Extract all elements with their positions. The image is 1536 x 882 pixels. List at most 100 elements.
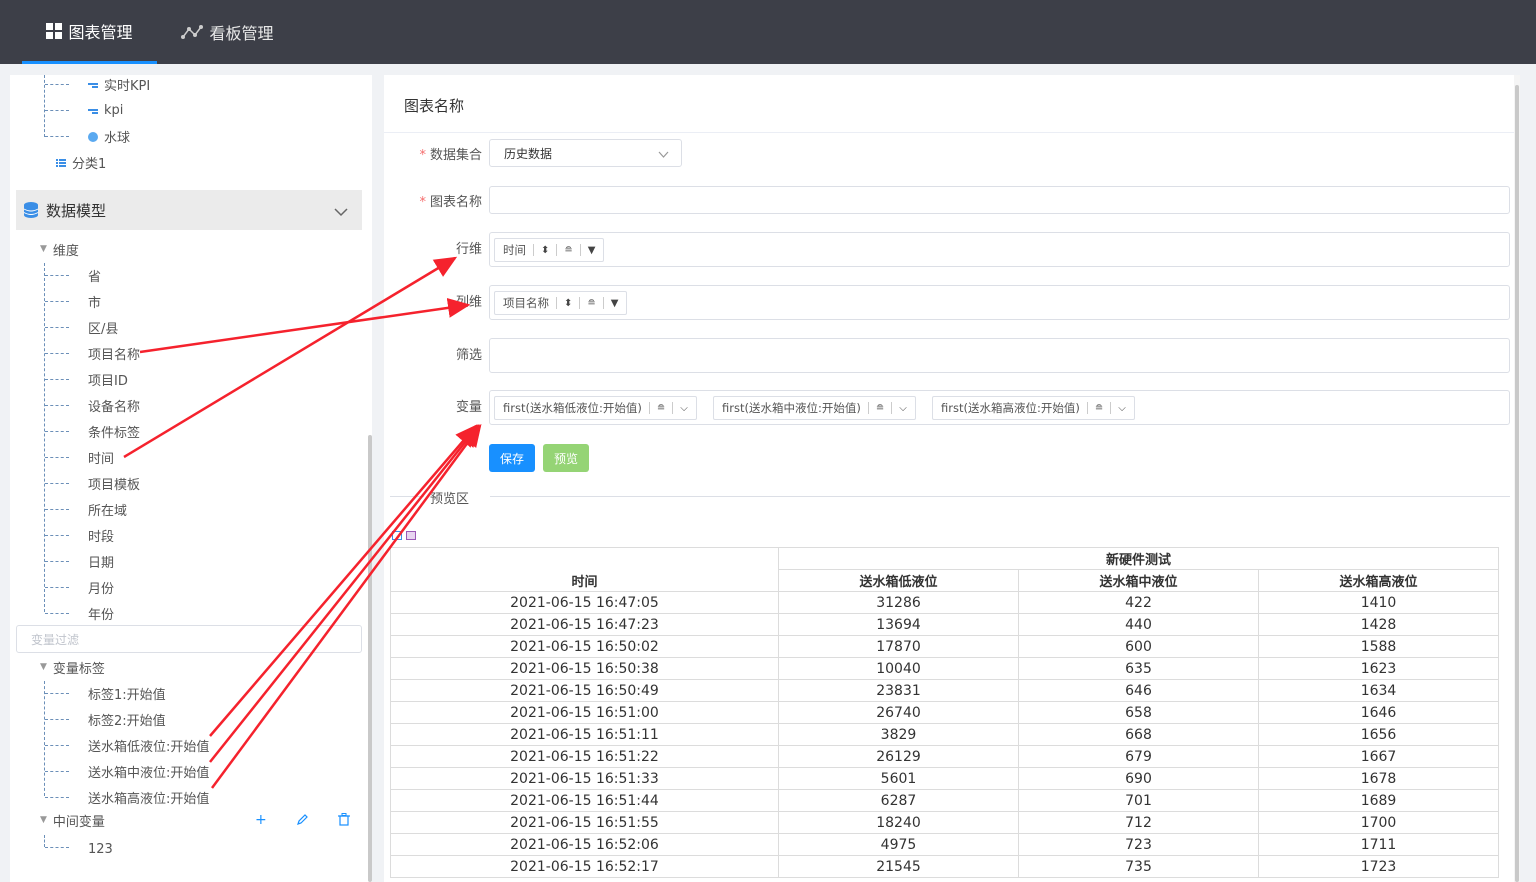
database-icon [22, 201, 40, 219]
dimension-item[interactable]: 所在域 [88, 498, 127, 520]
delete-icon[interactable] [338, 813, 350, 830]
align-icon[interactable]: ≘ [657, 403, 665, 414]
table-cell: 21545 [778, 855, 1019, 878]
variable-chip[interactable]: first(送水箱中液位:开始值) ≘ ⌵ [713, 396, 916, 420]
chevron-down-icon[interactable] [334, 203, 348, 221]
tab-chart-management[interactable]: 图表管理 [22, 0, 157, 64]
sort-icon[interactable]: ⬍ [541, 245, 549, 256]
table-row: 2021-06-15 16:51:00 26740 658 1646 [390, 701, 1500, 724]
variable-label: 送水箱中液位:开始值 [88, 765, 210, 781]
variable-item[interactable]: 标签1:开始值 [88, 682, 166, 704]
tree-item-kpi[interactable]: kpi [88, 99, 123, 121]
table-header-empty [390, 547, 779, 570]
edit-icon[interactable] [296, 813, 309, 830]
dimension-label: 区/县 [88, 321, 119, 337]
dataset-value: 历史数据 [504, 146, 553, 161]
column-dimension-dropzone[interactable]: 项目名称 ⬍ ≘ ▼ [489, 285, 1510, 320]
dimension-item[interactable]: 省 [88, 264, 101, 286]
chevron-down-icon[interactable]: ⌵ [680, 403, 688, 414]
dimension-item[interactable]: 项目模板 [88, 472, 140, 494]
dimension-label: 项目ID [88, 373, 128, 389]
save-button[interactable]: 保存 [489, 444, 535, 472]
tree-item-mid-var[interactable]: 123 [88, 838, 113, 860]
table-cell: 668 [1018, 723, 1259, 746]
table-cell: 17870 [778, 635, 1019, 658]
tree-group-label: 维度 [52, 243, 79, 259]
right-scrollbar[interactable] [1515, 85, 1519, 882]
align-icon[interactable]: ≘ [564, 245, 572, 256]
tree-item-realtime-kpi[interactable]: 实时KPI [88, 75, 150, 95]
dimension-item[interactable]: 区/县 [88, 316, 118, 338]
table-row: 2021-06-15 16:51:55 18240 712 1700 [390, 811, 1500, 834]
table-cell: 2021-06-15 16:47:23 [390, 613, 779, 636]
tree-item-water-ball[interactable]: 水球 [88, 125, 130, 147]
table-cell: 13694 [778, 613, 1019, 636]
dimension-item[interactable]: 时段 [88, 524, 114, 546]
dimension-item[interactable]: 项目ID [88, 368, 128, 390]
table-row: 2021-06-15 16:51:44 6287 701 1689 [390, 789, 1500, 812]
tab-board-management[interactable]: 看板管理 [170, 0, 285, 64]
dataset-select[interactable]: 历史数据 [489, 139, 682, 167]
data-model-header[interactable]: 数据模型 [16, 190, 362, 230]
tree-group-dimension[interactable]: ▼ 维度 [40, 238, 79, 260]
filter-dropzone[interactable] [489, 338, 1510, 373]
table-cell: 723 [1018, 833, 1259, 856]
table-cell: 2021-06-15 16:51:11 [390, 723, 779, 746]
chevron-down-icon[interactable]: ⌵ [899, 403, 907, 414]
table-cell: 23831 [778, 679, 1019, 702]
variable-item[interactable]: 送水箱低液位:开始值 [88, 734, 209, 756]
table-cell: 2021-06-15 16:51:44 [390, 789, 779, 812]
variable-chip[interactable]: first(送水箱低液位:开始值) ≘ ⌵ [494, 396, 697, 420]
variable-filter-input[interactable]: 变量过滤 [16, 625, 362, 653]
list-icon [56, 157, 66, 167]
filter-icon[interactable]: ▼ [611, 298, 619, 309]
row-dimension-chip[interactable]: 时间 ⬍ ≘ ▼ [494, 238, 605, 262]
left-scrollbar[interactable] [368, 435, 372, 882]
table-column-header: 送水箱高液位 [1257, 569, 1500, 592]
table-cell: 712 [1018, 811, 1259, 834]
dimension-item[interactable]: 月份 [88, 576, 114, 598]
dimension-item[interactable]: 日期 [88, 550, 114, 572]
dimension-item[interactable]: 时间 [88, 446, 114, 468]
table-cell: 646 [1018, 679, 1259, 702]
align-icon[interactable]: ≘ [587, 298, 595, 309]
dimension-item[interactable]: 设备名称 [88, 394, 140, 416]
dimension-item[interactable]: 条件标签 [88, 420, 140, 442]
variable-item[interactable]: 标签2:开始值 [88, 708, 166, 730]
add-icon[interactable]: + [255, 812, 267, 828]
dimension-item[interactable]: 市 [88, 290, 101, 312]
table-cell: 1656 [1257, 723, 1500, 746]
sort-icon[interactable]: ⬍ [564, 298, 572, 309]
dimension-item[interactable]: 年份 [88, 602, 114, 624]
variable-chip[interactable]: first(送水箱高液位:开始值) ≘ ⌵ [932, 396, 1135, 420]
row-dimension-dropzone[interactable]: 时间 ⬍ ≘ ▼ [489, 232, 1510, 267]
tree-group-mid-variables[interactable]: ▼ 中间变量 [40, 809, 105, 831]
data-model-title: 数据模型 [46, 201, 107, 220]
variable-dropzone[interactable]: first(送水箱低液位:开始值) ≘ ⌵ first(送水箱中液位:开始值) … [489, 390, 1510, 425]
export-pdf-icon[interactable] [406, 531, 416, 540]
variable-item[interactable]: 送水箱中液位:开始值 [88, 760, 209, 782]
table-cell: 5601 [778, 767, 1019, 790]
preview-button[interactable]: 预览 [543, 444, 589, 472]
dimension-label: 月份 [88, 581, 115, 597]
dimension-label: 年份 [88, 607, 115, 623]
variable-label: 送水箱高液位:开始值 [88, 791, 210, 807]
card-title: 图表名称 [404, 97, 465, 115]
table-cell: 1678 [1257, 767, 1500, 790]
dimension-item[interactable]: 项目名称 [88, 342, 140, 364]
column-dimension-label: 列维 [455, 295, 482, 310]
left-sidebar: 实时KPI kpi 水球 分类1 数据模型 ▼ 维度 省市区/县项目名称项目ID… [10, 75, 372, 882]
align-icon[interactable]: ≘ [1095, 403, 1103, 414]
chevron-down-icon[interactable]: ⌵ [1118, 403, 1126, 414]
tree-group-variables[interactable]: ▼ 变量标签 [40, 656, 105, 678]
tree-item-label: 实时KPI [104, 78, 151, 94]
tree-category[interactable]: 分类1 [56, 151, 106, 173]
variable-item[interactable]: 送水箱高液位:开始值 [88, 786, 209, 808]
table-cell: 2021-06-15 16:51:55 [390, 811, 779, 834]
chart-name-input[interactable] [489, 186, 1510, 214]
tree-group-label: 中间变量 [52, 814, 105, 830]
filter-icon[interactable]: ▼ [588, 245, 596, 256]
column-dimension-chip[interactable]: 项目名称 ⬍ ≘ ▼ [494, 291, 628, 315]
export-excel-icon[interactable] [392, 531, 402, 540]
align-icon[interactable]: ≘ [876, 403, 884, 414]
